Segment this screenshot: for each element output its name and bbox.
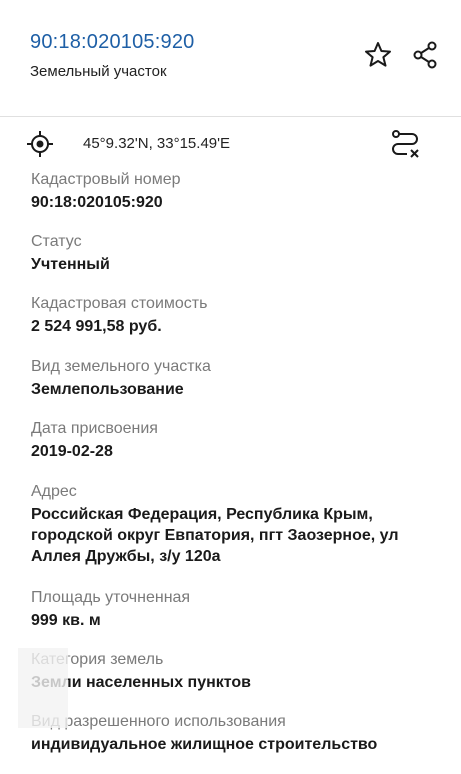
share-icon[interactable] [410, 40, 440, 70]
field-label: Вид разрешенного использования [31, 713, 286, 730]
watermark [18, 648, 68, 728]
field-value: 2 524 991,58 руб. [31, 318, 162, 335]
field-value: Земли населенных пунктов [31, 674, 252, 691]
field-value: индивидуальное жилищное строительство [31, 736, 378, 753]
field-label: Кадастровая стоимость [31, 295, 208, 312]
field-label: Площадь уточненная [31, 589, 191, 606]
star-icon[interactable] [363, 40, 393, 70]
field-value: 2019-02-28 [31, 443, 113, 460]
field-cadastral-number: Кадастровый номер 90:18:020105:920 [0, 170, 461, 232]
header: 90:18:020105:920 Земельный участок [0, 0, 461, 115]
field-value: Учтенный [31, 256, 110, 273]
cadastral-number-link[interactable]: 90:18:020105:920 [30, 31, 194, 54]
attributes-list: Кадастровый номер 90:18:020105:920 Стату… [0, 170, 461, 774]
field-address: Адрес Российская Федерация, Республика К… [0, 482, 461, 588]
object-type: Земельный участок [30, 63, 167, 80]
field-land-category: Категория земель Земли населенных пункто… [0, 650, 461, 712]
field-value: 90:18:020105:920 [31, 194, 163, 211]
coordinates-bar: 45°9.32'N, 33°15.49'E [0, 118, 461, 168]
field-area: Площадь уточненная 999 кв. м [0, 588, 461, 650]
field-label: Статус [31, 233, 82, 250]
field-label: Дата присвоения [31, 420, 158, 437]
field-status: Статус Учтенный [0, 232, 461, 294]
field-permitted-use: Вид разрешенного использования индивидуа… [0, 712, 461, 774]
header-divider [0, 116, 461, 117]
field-label: Адрес [31, 483, 77, 500]
field-value: Землепользование [31, 381, 184, 398]
field-assignment-date: Дата присвоения 2019-02-28 [0, 419, 461, 482]
coordinates-text: 45°9.32'N, 33°15.49'E [83, 135, 230, 152]
field-label: Кадастровый номер [31, 171, 181, 188]
field-value: Российская Федерация, Республика Крым, г… [31, 506, 399, 565]
locate-icon[interactable] [26, 130, 54, 158]
field-label: Вид земельного участка [31, 358, 211, 375]
field-land-type: Вид земельного участка Землепользование [0, 357, 461, 419]
route-icon[interactable] [388, 127, 422, 161]
field-label: Категория земель [31, 651, 164, 668]
field-value: 999 кв. м [31, 612, 101, 629]
field-cadastral-value: Кадастровая стоимость 2 524 991,58 руб. [0, 294, 461, 357]
